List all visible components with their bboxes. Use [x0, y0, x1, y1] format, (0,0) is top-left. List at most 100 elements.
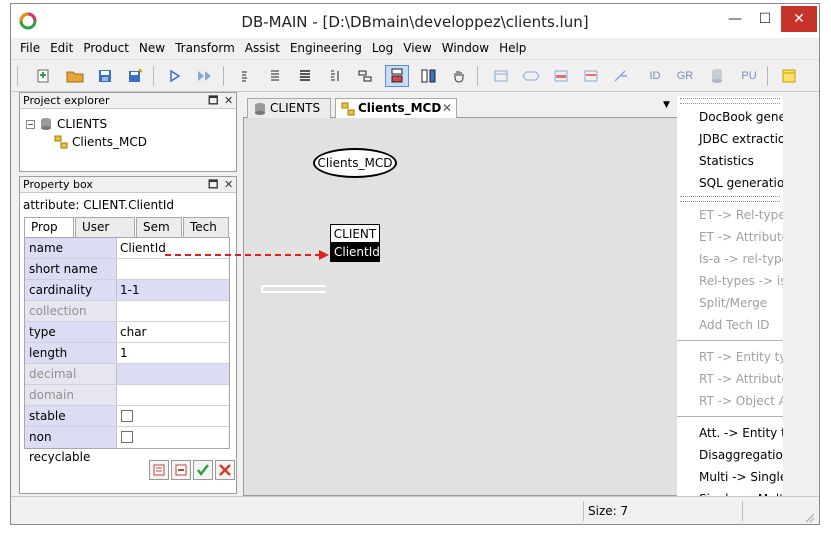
schema-icon — [54, 135, 68, 149]
tab-clients[interactable]: CLIENTS — [247, 98, 331, 118]
schema-layout-icon[interactable] — [417, 65, 441, 87]
sql-generation-item[interactable]: SQL generation — [677, 172, 783, 194]
schema-icon — [341, 102, 355, 116]
single-to-multi-item[interactable]: Single -> Multi — [677, 488, 783, 496]
new-entity-icon[interactable] — [489, 65, 513, 87]
menu-log[interactable]: Log — [367, 41, 398, 55]
tree-collapse-icon[interactable]: − — [26, 119, 35, 129]
panel-grip — [680, 98, 780, 104]
processing-unit-button[interactable]: PU — [737, 65, 761, 87]
cardinality-value-field[interactable]: 1-1 — [117, 280, 229, 300]
panel-restore-icon[interactable]: 🗖 — [208, 93, 218, 109]
tree-item-label: CLIENTS — [57, 117, 108, 131]
add-tech-id-item[interactable]: Add Tech ID — [677, 314, 783, 336]
disaggregation-item[interactable]: Disaggregation — [677, 444, 783, 466]
entity-client[interactable]: CLIENT ClientId — [330, 224, 380, 262]
property-box-title: Property box — [20, 177, 236, 193]
is-a-to-rel-types-item[interactable]: Is-a -> rel-types — [677, 248, 783, 270]
length-value-field[interactable]: 1 — [117, 343, 229, 363]
expand-rows-button[interactable] — [171, 460, 191, 480]
menu-window[interactable]: Window — [437, 41, 494, 55]
identifier-button[interactable]: ID — [643, 65, 667, 87]
maximize-button[interactable]: ☐ — [751, 6, 779, 32]
tab-list-dropdown-icon[interactable]: ▼ — [663, 100, 670, 110]
schema-canvas[interactable]: Clients_MCD CLIENT ClientId — [243, 118, 685, 496]
new-link-icon[interactable] — [609, 65, 633, 87]
statistics-item[interactable]: Statistics — [677, 150, 783, 172]
panel-close-icon[interactable]: ✕ — [224, 177, 233, 193]
group-button[interactable]: GR — [673, 65, 697, 87]
align-left-icon[interactable] — [233, 65, 257, 87]
et-to-attribute-item[interactable]: ET -> Attribute — [677, 226, 783, 248]
property-row: short name — [25, 259, 229, 280]
new-attribute-icon[interactable] — [549, 65, 573, 87]
menu-transform[interactable]: Transform — [170, 41, 240, 55]
rel-types-to-is-a-item[interactable]: Rel-types -> is-a — [677, 270, 783, 292]
att-to-entity-type-item[interactable]: Att. -> Entity typ — [677, 422, 783, 444]
tab-label: Clients_MCD — [358, 101, 442, 115]
panel-restore-icon[interactable]: 🗖 — [208, 177, 218, 193]
non-recyclable-checkbox[interactable] — [121, 431, 133, 443]
menu-help[interactable]: Help — [494, 41, 531, 55]
menu-file[interactable]: File — [15, 41, 45, 55]
menu-new[interactable]: New — [134, 41, 170, 55]
multi-to-single-item[interactable]: Multi -> Single — [677, 466, 783, 488]
save-icon[interactable] — [93, 65, 117, 87]
property-row: length 1 — [25, 343, 229, 364]
new-project-icon[interactable] — [31, 65, 55, 87]
toolbar-separator — [477, 66, 478, 86]
split-merge-item[interactable]: Split/Merge — [677, 292, 783, 314]
play-icon[interactable] — [163, 65, 187, 87]
property-tabs: Prop User prop Sem Tech — [24, 217, 230, 253]
menu-view[interactable]: View — [398, 41, 436, 55]
new-relationship-icon[interactable] — [519, 65, 543, 87]
apply-button[interactable] — [193, 460, 213, 480]
tree-item-clients-mcd[interactable]: Clients_MCD — [26, 133, 147, 151]
menu-product[interactable]: Product — [78, 41, 134, 55]
open-folder-icon[interactable] — [63, 65, 87, 87]
note-icon[interactable] — [777, 65, 801, 87]
minimize-button[interactable]: — — [721, 6, 749, 32]
tree-item-clients[interactable]: − CLIENTS — [26, 115, 147, 133]
panel-close-icon[interactable]: ✕ — [224, 93, 233, 109]
save-as-icon[interactable] — [123, 65, 147, 87]
docbook-generation-item[interactable]: DocBook generation — [677, 106, 783, 128]
close-button[interactable]: ✕ — [781, 6, 817, 32]
property-name: length — [25, 343, 117, 363]
menu-assist[interactable]: Assist — [240, 41, 285, 55]
short-name-value-field[interactable] — [117, 259, 229, 279]
collapse-rows-button[interactable] — [149, 460, 169, 480]
type-value-field[interactable]: char — [117, 322, 229, 342]
hierarchy-icon[interactable] — [353, 65, 377, 87]
menu-edit[interactable]: Edit — [45, 41, 78, 55]
menu-engineering[interactable]: Engineering — [285, 41, 367, 55]
sort-list-icon[interactable] — [323, 65, 347, 87]
toolbar-separator — [223, 66, 224, 86]
tab-prop[interactable]: Prop — [24, 217, 74, 238]
rt-to-attribute-item[interactable]: RT -> Attribute — [677, 368, 783, 390]
entity-view-icon[interactable] — [385, 65, 409, 87]
hand-pan-icon[interactable] — [447, 65, 471, 87]
fast-forward-icon[interactable] — [193, 65, 217, 87]
tab-sem[interactable]: Sem — [136, 217, 182, 237]
panel-separator — [677, 416, 783, 417]
align-justify-icon[interactable] — [263, 65, 287, 87]
tab-clients-mcd[interactable]: Clients_MCD ✕ — [335, 98, 457, 118]
cancel-button[interactable] — [215, 460, 235, 480]
schema-label[interactable]: Clients_MCD — [313, 148, 397, 178]
resize-grip-icon[interactable] — [803, 511, 815, 523]
tab-close-icon[interactable]: ✕ — [442, 99, 452, 117]
entity-name[interactable]: CLIENT — [331, 225, 379, 243]
tab-user-prop[interactable]: User prop — [75, 217, 135, 253]
et-to-rel-type-item[interactable]: ET -> Rel-type — [677, 204, 783, 226]
list-view-icon[interactable] — [293, 65, 317, 87]
entity-attribute-selected[interactable]: ClientId — [331, 243, 380, 261]
rt-to-entity-type-item[interactable]: RT -> Entity typ — [677, 346, 783, 368]
property-row: decimal length — [25, 364, 229, 401]
stable-checkbox[interactable] — [121, 410, 133, 422]
new-role-icon[interactable] — [579, 65, 603, 87]
tab-tech[interactable]: Tech — [183, 217, 229, 237]
database-icon[interactable] — [705, 65, 729, 87]
jdbc-extraction-item[interactable]: JDBC extraction — [677, 128, 783, 150]
rt-to-object-attribute-item[interactable]: RT -> Object At — [677, 390, 783, 412]
